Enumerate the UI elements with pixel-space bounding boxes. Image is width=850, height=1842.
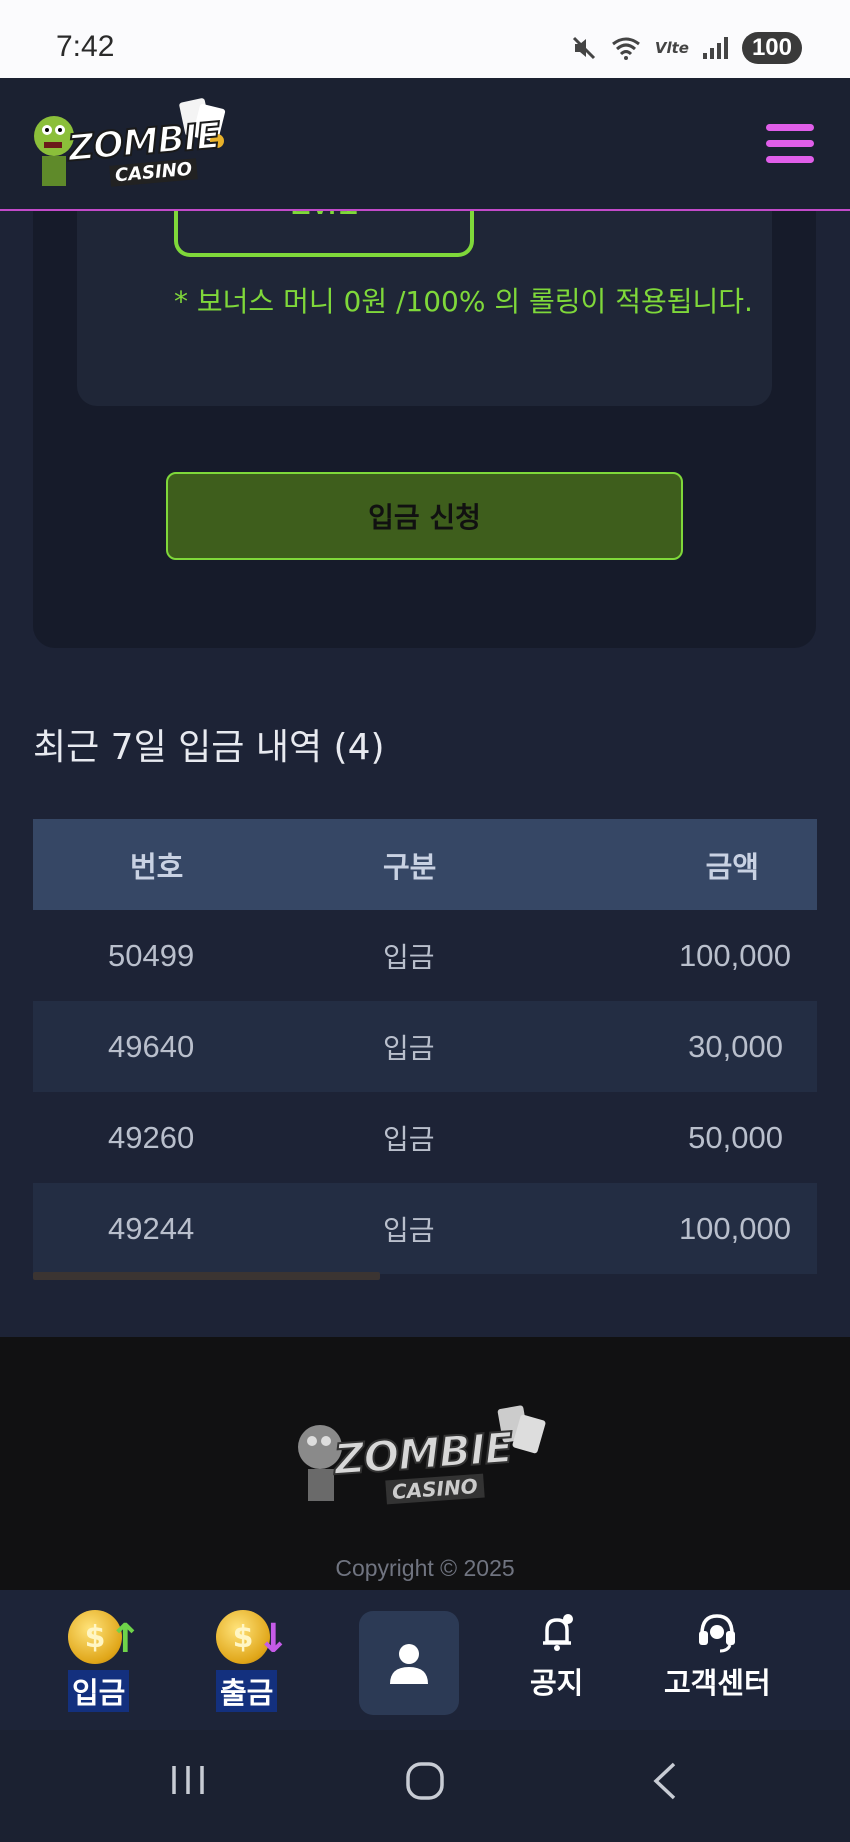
row-amount: 30,000 — [688, 1028, 783, 1064]
status-icons: Vlte 100 — [571, 32, 802, 64]
home-icon[interactable] — [404, 1760, 446, 1802]
bottom-nav: $ ↑ 입금 $ ↓ 출금 공지 고객센터 — [0, 1590, 850, 1730]
row-number: 49260 — [108, 1119, 195, 1155]
deposit-request-button[interactable]: 입금 신청 — [166, 472, 683, 560]
system-nav-bar — [0, 1730, 850, 1842]
bell-icon — [542, 1614, 573, 1651]
footer: ZOMBIE CASINO Copyright © 2025 — [0, 1337, 850, 1590]
deposit-coin-icon: $ ↑ — [68, 1610, 142, 1664]
back-icon[interactable] — [648, 1760, 682, 1802]
hamburger-menu-icon[interactable] — [766, 124, 814, 164]
nav-withdraw[interactable]: $ ↓ 출금 — [216, 1610, 290, 1712]
network-type: Vlte — [654, 39, 689, 57]
recent-apps-icon[interactable] — [168, 1760, 208, 1800]
table-row[interactable]: 49260 입금 50,000 — [33, 1092, 817, 1183]
deposit-panel: Lv.1 * 보너스 머니 0원 /100% 의 롤링이 적용됩니다. 입금 신… — [33, 211, 816, 648]
nav-support[interactable]: 고객센터 — [664, 1610, 771, 1702]
column-header-amount: 금액 — [705, 849, 759, 884]
mute-icon — [572, 36, 595, 60]
row-type: 입금 — [383, 1122, 435, 1156]
row-number: 50499 — [108, 937, 195, 973]
status-bar: 7:42 Vlte 100 — [0, 0, 850, 78]
table-row[interactable]: 49640 입금 30,000 — [33, 1001, 817, 1092]
nav-deposit[interactable]: $ ↑ 입금 — [68, 1610, 142, 1712]
row-amount: 100,000 — [678, 937, 791, 973]
row-type: 입금 — [383, 1031, 435, 1065]
footer-logo: ZOMBIE CASINO — [290, 1403, 560, 1513]
level-selector[interactable]: Lv.1 — [174, 211, 474, 257]
profile-button[interactable] — [359, 1611, 459, 1715]
nav-notice-label: 공지 — [530, 1666, 584, 1700]
column-header-type: 구분 — [383, 849, 437, 884]
table-row[interactable]: 50499 입금 100,000 — [33, 910, 817, 1001]
level-label: Lv.1 — [178, 211, 470, 224]
horizontal-scrollbar[interactable] — [33, 1272, 380, 1280]
nav-deposit-label: 입금 — [68, 1670, 130, 1712]
app-header: ZOMBIE CASINO — [0, 78, 850, 211]
nav-notice[interactable]: 공지 — [530, 1610, 583, 1702]
wifi-icon — [611, 37, 640, 60]
row-number: 49640 — [108, 1028, 195, 1064]
row-number: 49244 — [108, 1210, 195, 1246]
nav-withdraw-label: 출금 — [216, 1670, 278, 1712]
row-type: 입금 — [383, 940, 435, 974]
battery-indicator: 100 — [741, 32, 802, 64]
nav-support-label: 고객센터 — [664, 1666, 771, 1700]
history-title: 최근 7일 입금 내역 (4) — [33, 727, 385, 768]
table-row[interactable]: 49244 입금 100,000 — [33, 1183, 817, 1274]
copyright-text: Copyright © 2025 — [335, 1555, 515, 1581]
row-amount: 100,000 — [678, 1210, 791, 1246]
deposit-history-table: 번호 구분 금액 50499 입금 100,000 49640 입금 30,00… — [33, 819, 817, 1274]
bonus-info-box: Lv.1 * 보너스 머니 0원 /100% 의 롤링이 적용됩니다. — [77, 211, 772, 406]
row-type: 입금 — [383, 1213, 435, 1247]
row-amount: 50,000 — [688, 1119, 783, 1155]
status-time: 7:42 — [56, 30, 115, 63]
zombie-casino-logo[interactable]: ZOMBIE CASINO — [32, 96, 252, 196]
withdraw-coin-icon: $ ↓ — [216, 1610, 290, 1664]
signal-icon — [702, 37, 728, 59]
bonus-note: * 보너스 머니 0원 /100% 의 롤링이 적용됩니다. — [174, 285, 753, 318]
table-header: 번호 구분 금액 — [33, 819, 817, 910]
headset-icon — [699, 1614, 736, 1653]
column-header-number: 번호 — [130, 849, 184, 884]
user-icon — [390, 1644, 428, 1684]
